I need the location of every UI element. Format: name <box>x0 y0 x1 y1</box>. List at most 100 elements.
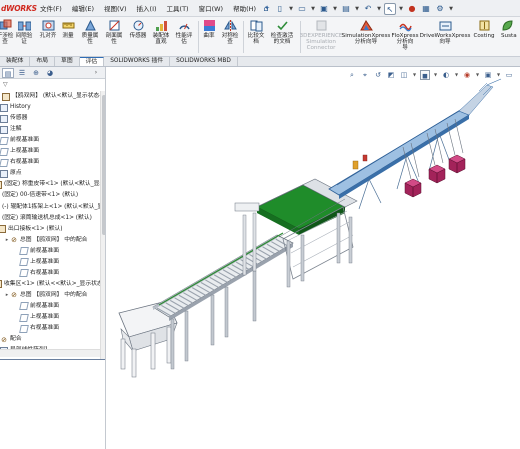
sensor-button[interactable]: 传感器 <box>126 19 150 39</box>
tree-item[interactable]: 前视基准面 <box>14 301 59 312</box>
display-manager-tab-icon[interactable]: ◕ <box>44 68 56 78</box>
tree-vertical-scrollbar[interactable] <box>100 91 105 359</box>
symmetry-check-button[interactable]: 对称检 查 <box>218 19 242 45</box>
chevron-right-icon[interactable]: › <box>90 68 102 78</box>
tree-item[interactable]: ▸(固定) 滚筒输送机总成<1> (默认) <box>0 213 92 224</box>
tree-item[interactable]: 原点 <box>0 168 22 179</box>
chevron-down-icon[interactable]: ▼ <box>354 3 360 15</box>
tree-item[interactable]: 注解 <box>0 124 22 135</box>
performance-button[interactable]: 性能评 估 <box>172 19 196 45</box>
tree-item-label: 右视基准面 <box>10 159 39 166</box>
scrollbar-thumb[interactable] <box>102 95 105 235</box>
tree-item[interactable]: ▸(固定) 称重皮带<1> (默认<默认_显示状 <box>0 179 105 190</box>
tree-item[interactable]: ▸ ⊘ 总图 【鸥双网】 中的配合 <box>4 235 88 246</box>
select-icon[interactable]: ↖ <box>384 2 396 15</box>
chevron-down-icon[interactable]: ▼ <box>332 3 338 15</box>
tree-item[interactable]: 右视基准面 <box>14 268 59 279</box>
file-properties-icon[interactable]: ▦ <box>420 3 432 15</box>
tree-item[interactable]: ⊘ 配合 <box>0 334 22 345</box>
section-properties-button[interactable]: 剖面属 性 <box>101 19 127 45</box>
rebuild-icon[interactable]: ● <box>406 3 418 15</box>
tree-item[interactable]: ▸(-) 辊配体1拣架上<1> (默认<默认_显示 <box>0 202 105 213</box>
simulationxpress-button[interactable]: SimulationXpress 分析向导 <box>341 19 391 45</box>
chevron-down-icon[interactable]: ▼ <box>398 3 404 15</box>
feature-manager-tab-icon[interactable]: ▤ <box>2 67 14 78</box>
check-active-document-button[interactable]: 检查激活 的文档 <box>266 19 298 45</box>
save-icon[interactable]: ▣ <box>318 3 330 15</box>
options-icon[interactable]: ⚙ <box>434 3 446 15</box>
tree-item[interactable]: 上视基准面 <box>0 146 39 157</box>
chevron-down-icon[interactable]: ▼ <box>448 3 454 15</box>
conveyor-leg <box>210 294 215 346</box>
menu-help[interactable]: 帮助(H) <box>227 3 260 13</box>
undo-icon[interactable]: ↶ <box>362 3 374 15</box>
tree-item[interactable]: ▸ ⊘ 总图 【鸥双网】 中的配合 <box>4 290 88 301</box>
solidworks-logo: dWORKS <box>1 3 37 13</box>
mass-properties-button[interactable]: 质量属 性 <box>78 19 102 45</box>
tree-item-label: 上视基准面 <box>30 314 59 320</box>
tree-item-label: 前视基准面 <box>10 137 39 144</box>
costing-icon <box>478 19 491 32</box>
tree-item[interactable]: 右视基准面 <box>0 157 39 168</box>
tree-item-label: (固定) 滚筒输送机总成<1> (默认) <box>2 214 92 221</box>
chevron-down-icon[interactable]: ▼ <box>310 3 316 15</box>
driveworksxpress-button[interactable]: DriveWorksXpress 向导 <box>420 19 470 45</box>
menu-file[interactable]: 文件(F) <box>34 3 66 13</box>
filter-icon[interactable]: ▽ <box>3 81 8 88</box>
tree-item[interactable]: History <box>0 102 31 113</box>
configuration-manager-tab-icon[interactable]: ⊕ <box>30 68 42 78</box>
tab-solidworks-addins[interactable]: SOLIDWORKS 插件 <box>104 57 171 66</box>
tree-item[interactable]: ▸出口接板<1> (默认) <box>0 224 63 235</box>
tree-item-label: 【鸥双网】 (默认<默认_显示状态-1 <box>12 93 105 99</box>
3dx-icon <box>315 19 328 32</box>
assembly-visualization-button[interactable]: 装配体 直观 <box>149 19 173 45</box>
tree-item[interactable]: 前视基准面 <box>14 246 59 257</box>
print-icon[interactable]: ▤ <box>340 3 352 15</box>
clearance-button[interactable]: 间隙验 证 <box>11 19 37 45</box>
conveyor-assembly-model[interactable] <box>107 67 520 449</box>
symmetry-icon <box>223 19 237 32</box>
chevron-down-icon[interactable]: ▼ <box>376 3 382 15</box>
sustainability-button[interactable]: Susta <box>501 19 520 39</box>
command-tabs: 装配体 布局 草图 评估 SOLIDWORKS 插件 SOLIDWORKS MB… <box>0 57 520 67</box>
tree-item[interactable]: 传感器 <box>0 113 27 124</box>
tab-assembly[interactable]: 装配体 <box>0 57 31 66</box>
menu-edit[interactable]: 编辑(E) <box>66 3 98 13</box>
clearance-icon <box>17 19 31 32</box>
tree-filter-bar: ▽ <box>0 79 105 90</box>
menu-view[interactable]: 视图(V) <box>98 3 131 13</box>
new-doc-icon[interactable]: ▯ <box>274 3 286 15</box>
menu-insert[interactable]: 插入(I) <box>131 3 161 13</box>
measure-button[interactable]: 测量 <box>58 19 78 39</box>
costing-button[interactable]: Costing <box>470 19 498 39</box>
conveyor-leg <box>252 270 257 322</box>
tree-item-label: 传感器 <box>10 115 28 122</box>
tab-layout[interactable]: 布局 <box>30 57 56 66</box>
tree-item[interactable]: 上视基准面 <box>14 257 59 268</box>
curvature-button[interactable]: 曲率 <box>199 19 219 39</box>
tab-sketch[interactable]: 草图 <box>55 57 80 66</box>
compare-documents-button[interactable]: 比较文 档 <box>244 19 268 45</box>
menu-window[interactable]: 窗口(W) <box>193 3 228 13</box>
tree-item[interactable]: 右视基准面 <box>14 323 59 334</box>
manager-tabs: ▤ ☰ ⊕ ◕ › <box>0 67 105 79</box>
tree-horizontal-scrollbar[interactable] <box>0 349 100 357</box>
feature-icon <box>0 169 8 178</box>
floxpress-button[interactable]: FloXpress 分析向 导 <box>390 19 420 52</box>
graphics-area[interactable]: ⌕ ⌖ ↺ ◩ ◫ ▼ ◼ ▼ ◐ ▼ ◉ ▼ ▣ ▼ ▭ <box>107 67 520 449</box>
tree-item[interactable]: ▸(固定) 00-倍速带<1> (默认) <box>0 190 78 201</box>
3dx-simulation-connector-button[interactable]: 3DEXPERIENCE Simulation Connector <box>300 19 342 52</box>
property-manager-tab-icon[interactable]: ☰ <box>16 68 28 78</box>
tab-evaluate[interactable]: 评估 <box>79 57 105 66</box>
home-icon[interactable]: ⌂ <box>260 3 272 15</box>
menu-tools[interactable]: 工具(T) <box>161 3 193 13</box>
tree-item[interactable]: 上视基准面 <box>14 312 59 323</box>
command-manager-ribbon: 干涉检 查 间隙验 证 孔对齐 测量 质量属 性 剖面属 性 传感器 装配体 <box>0 17 520 57</box>
tree-item[interactable]: 前视基准面 <box>0 135 39 146</box>
chevron-down-icon[interactable]: ▼ <box>288 3 294 15</box>
tree-root-assembly[interactable]: 【鸥双网】 (默认<默认_显示状态-1 <box>0 91 105 102</box>
tree-item[interactable]: ▸收集区<1> (默认<<默认>_显示状态 1> <box>0 279 105 290</box>
tab-solidworks-mbd[interactable]: SOLIDWORKS MBD <box>170 57 238 66</box>
open-icon[interactable]: ▭ <box>296 3 308 15</box>
panel-divider <box>0 359 105 360</box>
